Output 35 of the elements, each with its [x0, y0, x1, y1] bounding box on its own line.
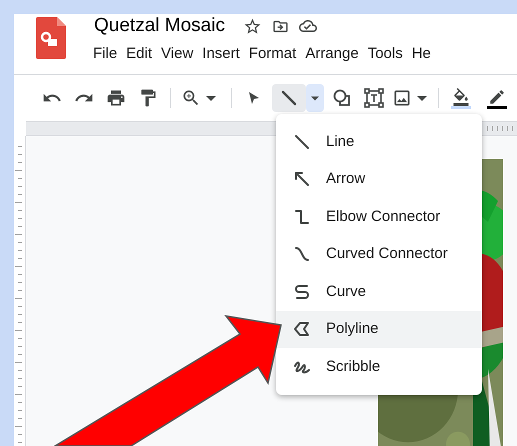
menu-bar-item[interactable]: File	[91, 43, 120, 66]
menu-item[interactable]: Curve	[276, 273, 482, 310]
caret-icon	[311, 96, 319, 100]
menu-bar-item[interactable]: Tools	[366, 43, 405, 66]
cursor-icon	[248, 91, 260, 105]
zoom-icon	[181, 88, 201, 108]
cloud-saved-icon[interactable]	[298, 17, 317, 35]
paint-bucket-icon	[452, 88, 470, 106]
caret-icon	[417, 96, 427, 100]
image-icon	[392, 88, 412, 108]
border-color-swatch	[487, 106, 507, 108]
menu-bar-item[interactable]: He	[410, 43, 433, 66]
menu-bar-item[interactable]: Format	[246, 43, 298, 66]
document-title[interactable]: Quetzal Mosaic	[94, 12, 225, 40]
menu-item[interactable]: Line	[276, 123, 482, 160]
text-box-icon	[364, 88, 384, 108]
pencil-icon	[488, 88, 506, 106]
menu-item[interactable]: Elbow Connector	[276, 198, 482, 236]
caret-icon	[206, 96, 216, 100]
menu-item[interactable]: Scribble	[276, 348, 482, 386]
slides-logo-icon	[36, 17, 66, 59]
menu-item[interactable]: Polyline	[276, 310, 482, 348]
menu-bar-item[interactable]: Arrange	[303, 43, 361, 66]
menu-bar-item[interactable]: Edit	[124, 43, 154, 66]
shape-icon	[333, 89, 351, 107]
fill-color-swatch	[451, 106, 471, 108]
line-icon	[281, 90, 297, 106]
line-dropdown-button[interactable]	[306, 84, 324, 112]
menu-item[interactable]: Arrow	[276, 160, 482, 198]
line-tool-button[interactable]	[272, 84, 306, 112]
menu-bar-item[interactable]: View	[159, 43, 196, 66]
star-icon[interactable]	[242, 16, 262, 36]
menu-bar-item[interactable]: Insert	[200, 43, 242, 66]
menu-item[interactable]: Curved Connector	[276, 236, 482, 273]
printer-icon	[106, 88, 126, 108]
